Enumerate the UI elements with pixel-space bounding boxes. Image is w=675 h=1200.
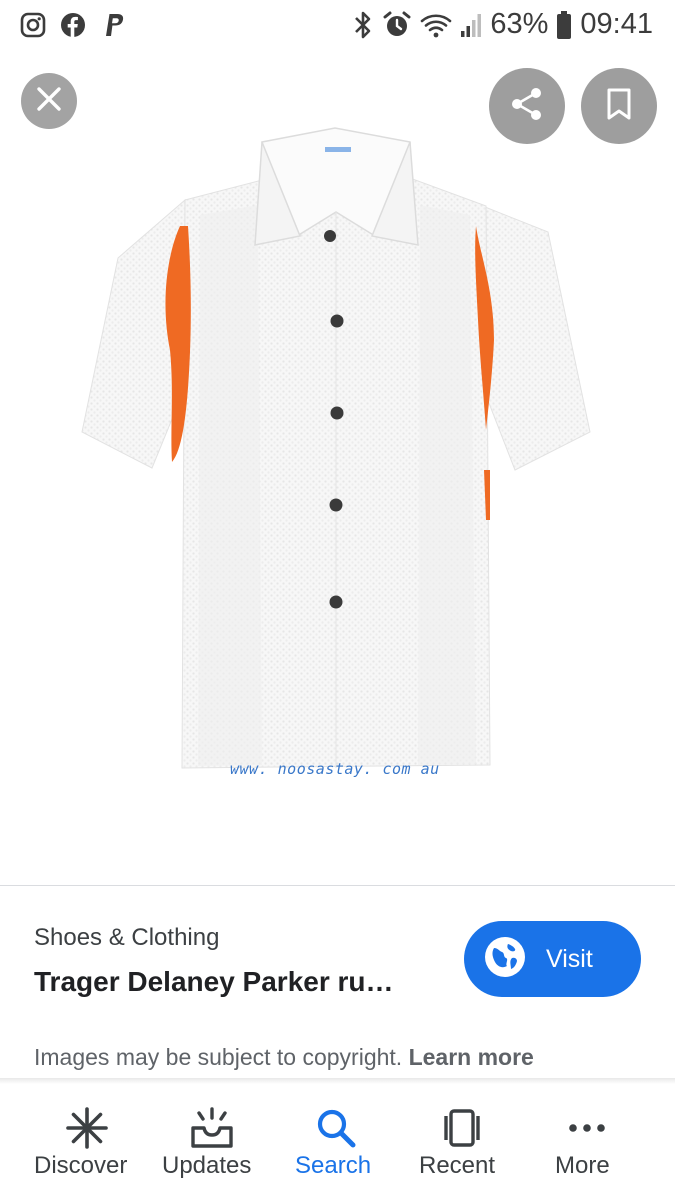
nav-label-search: Search: [295, 1152, 372, 1179]
nav-discover[interactable]: Discover: [34, 1084, 140, 1200]
nav-label-discover: Discover: [34, 1152, 128, 1179]
nav-updates[interactable]: Updates: [162, 1084, 262, 1200]
nav-more[interactable]: More: [555, 1084, 619, 1200]
image-viewer[interactable]: www. noosastay. com au: [0, 52, 675, 882]
nav-label-recent: Recent: [419, 1152, 496, 1179]
globe-icon: [484, 936, 526, 983]
result-category: Shoes & Clothing: [34, 924, 220, 951]
recent-icon: [438, 1104, 486, 1152]
nav-recent[interactable]: Recent: [419, 1084, 504, 1200]
close-button[interactable]: [21, 73, 77, 129]
facebook-icon: [60, 12, 86, 38]
nav-label-updates: Updates: [162, 1152, 252, 1179]
nav-search[interactable]: Search: [295, 1084, 378, 1200]
system-status: 63% 09:41: [352, 8, 653, 41]
bookmark-icon: [605, 87, 633, 126]
clock: 09:41: [580, 8, 653, 40]
close-icon: [36, 86, 62, 117]
notification-icons: [20, 12, 126, 38]
alarm-icon: [382, 10, 412, 40]
image-watermark: www. noosastay. com au: [230, 760, 440, 778]
battery-icon: [556, 10, 572, 40]
asterisk-icon: [63, 1104, 111, 1152]
wifi-icon: [420, 11, 452, 39]
divider: [0, 885, 675, 886]
share-button[interactable]: [489, 68, 565, 144]
signal-icon: [460, 11, 482, 39]
updates-icon: [188, 1104, 236, 1152]
learn-more-link[interactable]: Learn more: [409, 1044, 534, 1070]
search-icon: [312, 1104, 360, 1152]
status-bar: 63% 09:41: [0, 0, 675, 52]
more-icon: [563, 1104, 611, 1152]
product-image: [81, 127, 591, 769]
copyright-text: Images may be subject to copyright.: [34, 1044, 409, 1070]
visit-button[interactable]: Visit: [464, 921, 641, 997]
share-icon: [509, 86, 545, 127]
copyright-notice: Images may be subject to copyright. Lear…: [34, 1044, 534, 1071]
result-title[interactable]: Trager Delaney Parker ru…: [34, 966, 394, 998]
visit-label: Visit: [546, 944, 593, 973]
bookmark-button[interactable]: [581, 68, 657, 144]
bottom-nav: Discover Updates Search Recent More: [0, 1084, 675, 1200]
instagram-icon: [20, 12, 46, 38]
paypal-icon: [100, 12, 126, 38]
bluetooth-icon: [352, 10, 374, 40]
battery-percent: 63%: [490, 8, 549, 40]
nav-label-more: More: [555, 1152, 610, 1179]
